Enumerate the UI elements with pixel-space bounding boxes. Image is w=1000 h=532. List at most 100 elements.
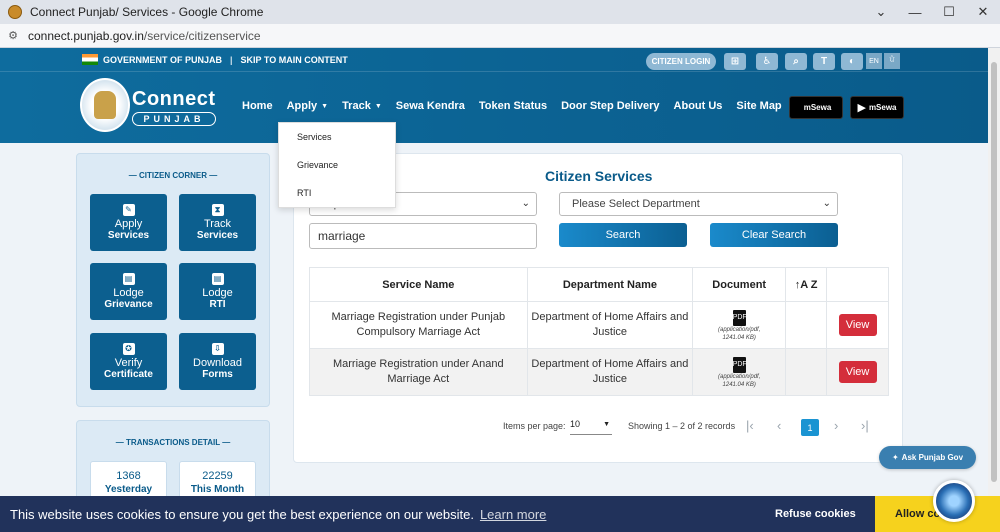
text-size-icon[interactable]: T xyxy=(813,53,835,70)
lodge-rti-tile[interactable]: ▤ Lodge RTI xyxy=(179,263,256,320)
sitemap-icon[interactable]: ⊞ xyxy=(724,53,746,70)
doc-size: 1241.04 KB) xyxy=(722,334,756,341)
page-number-current[interactable]: 1 xyxy=(801,419,819,436)
last-page-icon[interactable]: ›| xyxy=(861,418,869,433)
chatbot-avatar-icon[interactable] xyxy=(933,480,975,522)
scrollbar-thumb[interactable] xyxy=(991,62,997,482)
emblem-icon xyxy=(94,91,116,119)
search-button[interactable]: Search xyxy=(559,223,687,247)
table-header-row: Service Name Department Name Document ↑A… xyxy=(309,267,889,302)
url-text[interactable]: connect.punjab.gov.in/service/citizenser… xyxy=(28,29,261,43)
month-label: This Month xyxy=(190,484,245,495)
sparkle-icon: ✦ xyxy=(891,453,899,462)
pdf-icon[interactable]: PDF xyxy=(732,356,747,373)
citizen-login-button[interactable]: CITIZEN LOGIN xyxy=(646,53,716,70)
department-name-cell: Department of Home Affairs and Justice xyxy=(526,301,694,349)
cookie-message: This website uses cookies to ensure you … xyxy=(10,506,474,522)
cloud-download-icon: ⇩ xyxy=(211,342,224,355)
document-cell: PDF (application/pdf, 1241.04 KB) xyxy=(692,348,787,396)
view-button[interactable]: View xyxy=(838,314,877,336)
browser-titlebar: Connect Punjab/ Services - Google Chrome… xyxy=(0,0,1000,24)
lang-pa-button[interactable]: ਪੰ xyxy=(884,53,900,69)
nav-token-status[interactable]: Token Status xyxy=(479,100,547,112)
skip-to-main-link[interactable]: SKIP TO MAIN CONTENT xyxy=(241,55,348,65)
site-header: GOVERNMENT OF PUNJAB | SKIP TO MAIN CONT… xyxy=(0,48,988,143)
search-icon[interactable]: ⌕ xyxy=(785,53,807,70)
palette-icon[interactable]: ◐ xyxy=(841,53,863,70)
divider: | xyxy=(230,54,233,65)
refuse-cookies-button[interactable]: Refuse cookies xyxy=(775,508,856,520)
nav-home[interactable]: Home xyxy=(242,100,273,112)
msewa-android-button[interactable]: ▶ mSewa xyxy=(850,96,904,119)
col-service-name: Service Name xyxy=(309,267,528,302)
items-per-page-label: Items per page: xyxy=(503,421,566,431)
prev-page-icon[interactable]: ‹ xyxy=(777,418,781,433)
page-title: Citizen Services xyxy=(545,168,653,184)
pdf-icon[interactable]: PDF xyxy=(732,309,747,326)
download-forms-tile[interactable]: ⇩ Download Forms xyxy=(179,333,256,390)
range-label: Showing 1 – 2 of 2 records xyxy=(628,421,736,431)
dropdown-item-services[interactable]: Services xyxy=(297,132,332,142)
col-document: Document xyxy=(692,267,787,302)
address-bar[interactable]: ⚙ connect.punjab.gov.in/service/citizens… xyxy=(0,24,1000,48)
chevron-down-icon: ⌄ xyxy=(521,198,530,209)
msewa-ios-button[interactable]: mSewa xyxy=(789,96,843,119)
edit-icon: ✎ xyxy=(122,203,135,216)
learn-more-link[interactable]: Learn more xyxy=(480,507,546,522)
brand-logo[interactable]: Connect PUNJAB xyxy=(132,88,216,126)
track-services-tile[interactable]: ⧗ Track Services xyxy=(179,194,256,251)
view-button[interactable]: View xyxy=(838,361,877,383)
lodge-grievance-tile[interactable]: ▤ Lodge Grievance xyxy=(90,263,167,320)
main-nav: Home Apply ▼ Track ▼ Sewa Kendra Token Sta… xyxy=(242,100,796,112)
top-strip: GOVERNMENT OF PUNJAB | SKIP TO MAIN CONT… xyxy=(0,48,988,72)
page-scrollbar[interactable] xyxy=(988,48,1000,496)
service-name-cell: Marriage Registration under Anand Marria… xyxy=(309,348,528,396)
brand-punjab: PUNJAB xyxy=(132,112,216,126)
site-settings-icon[interactable]: ⚙ xyxy=(6,29,20,43)
apply-services-tile[interactable]: ✎ Apply Services xyxy=(90,194,167,251)
action-cell: View xyxy=(826,301,889,349)
window-title: Connect Punjab/ Services - Google Chrome xyxy=(30,5,264,19)
hourglass-icon: ⧗ xyxy=(211,203,224,216)
maximize-icon[interactable]: ☐ xyxy=(932,0,966,24)
close-icon[interactable]: ✕ xyxy=(966,0,1000,24)
chevron-down-icon[interactable]: ⌄ xyxy=(864,0,898,24)
india-flag-icon xyxy=(82,54,98,65)
first-page-icon[interactable]: |‹ xyxy=(746,418,754,433)
caret-down-icon: ▼ xyxy=(321,102,329,110)
minimize-icon[interactable]: — xyxy=(898,0,932,24)
verify-certificate-tile[interactable]: ✪ Verify Certificate xyxy=(90,333,167,390)
yesterday-value: 1368 xyxy=(116,470,141,482)
department-select[interactable]: Please Select Department ⌄ xyxy=(559,192,838,216)
nav-site-map[interactable]: Site Map xyxy=(736,100,781,112)
punjab-emblem-logo[interactable] xyxy=(80,78,130,132)
cookie-banner: This website uses cookies to ensure you … xyxy=(0,496,1000,532)
month-value: 22259 xyxy=(202,470,233,482)
lang-en-button[interactable]: EN xyxy=(866,53,882,69)
items-per-page-select[interactable]: 10 ▼ xyxy=(570,419,612,435)
nav-door-step-delivery[interactable]: Door Step Delivery xyxy=(561,100,659,112)
clear-search-button[interactable]: Clear Search xyxy=(710,223,838,247)
dropdown-item-rti[interactable]: RTI xyxy=(297,188,311,198)
accessibility-icon[interactable]: ♿ xyxy=(756,53,778,70)
sort-az-icon[interactable]: ↑A Z xyxy=(785,267,828,302)
nav-about-us[interactable]: About Us xyxy=(674,100,723,112)
next-page-icon[interactable]: › xyxy=(834,418,838,433)
search-input[interactable]: marriage xyxy=(309,223,537,249)
chevron-down-icon: ⌄ xyxy=(822,198,831,209)
action-cell: View xyxy=(826,348,889,396)
empty-cell xyxy=(785,348,828,396)
transactions-title: — TRANSACTIONS DETAIL — xyxy=(115,438,231,447)
ask-punjab-gov-button[interactable]: ✦ Ask Punjab Gov xyxy=(879,446,976,469)
nav-track[interactable]: Track ▼ xyxy=(342,100,382,112)
citizen-corner-title: — CITIZEN CORNER — xyxy=(128,171,218,180)
apply-dropdown-menu: Services Grievance RTI xyxy=(278,122,396,208)
dropdown-item-grievance[interactable]: Grievance xyxy=(297,160,338,170)
document-cell: PDF (application/pdf, 1241.04 KB) xyxy=(692,301,787,349)
nav-apply[interactable]: Apply ▼ xyxy=(287,100,329,112)
empty-cell xyxy=(785,301,828,349)
brand-connect: Connect xyxy=(132,88,216,110)
site-favicon-icon xyxy=(8,5,22,19)
inbox-icon: ▤ xyxy=(211,272,224,285)
nav-sewa-kendra[interactable]: Sewa Kendra xyxy=(396,100,465,112)
